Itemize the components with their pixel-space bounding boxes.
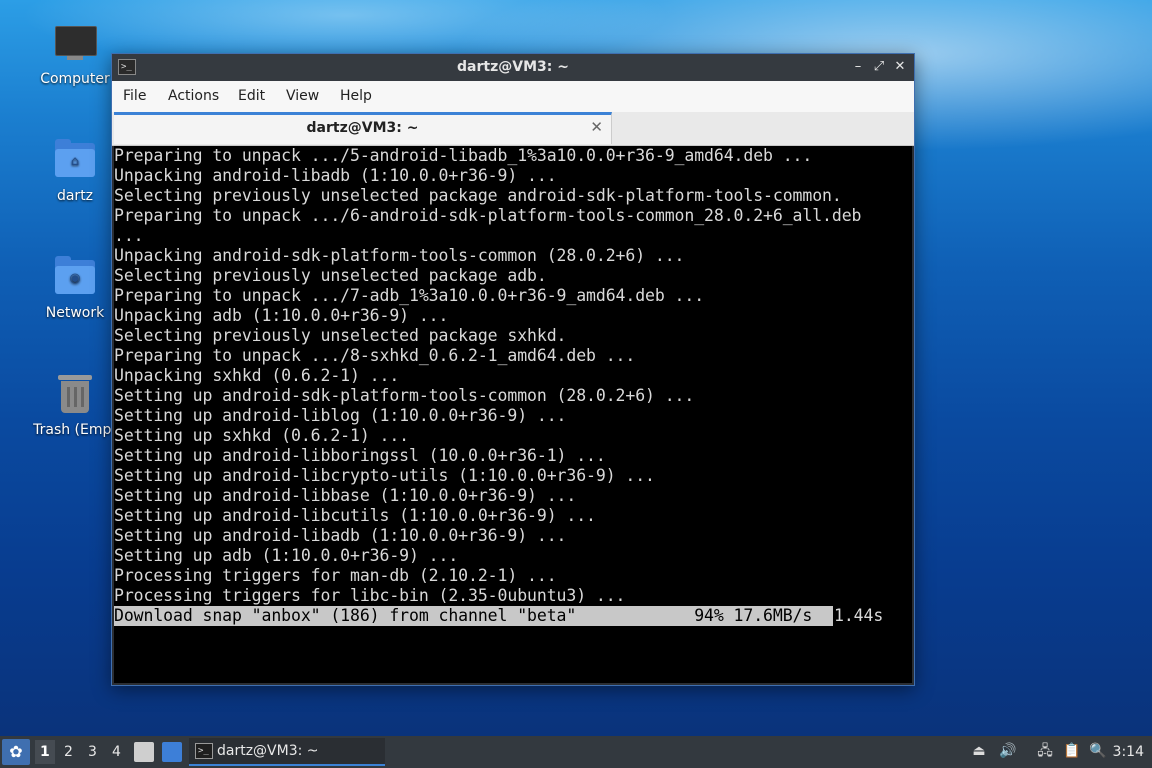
terminal-line: Processing triggers for libc-bin (2.35-0… bbox=[114, 586, 626, 605]
eject-icon[interactable]: ⏏ bbox=[970, 742, 988, 760]
desktop-icon-label: dartz bbox=[56, 188, 94, 204]
desktop-icon-network[interactable]: ◉ Network bbox=[25, 256, 125, 321]
progress-text: Download snap "anbox" (186) from channel… bbox=[114, 606, 813, 625]
terminal-line: Preparing to unpack .../6-android-sdk-pl… bbox=[114, 206, 862, 225]
menu-edit[interactable]: Edit bbox=[238, 88, 265, 104]
terminal-line: Preparing to unpack .../5-android-libadb… bbox=[114, 146, 813, 165]
terminal-line: Setting up android-libboringssl (10.0.0+… bbox=[114, 446, 606, 465]
file-manager-icon[interactable] bbox=[134, 742, 154, 762]
task-label: dartz@VM3: ~ bbox=[217, 743, 319, 759]
desktop-icon-label: Computer bbox=[40, 71, 110, 87]
terminal-output[interactable]: Preparing to unpack .../5-android-libadb… bbox=[114, 146, 912, 683]
network-icon[interactable]: 🖧 bbox=[1036, 742, 1054, 760]
minimize-button[interactable]: – bbox=[850, 59, 866, 75]
computer-icon bbox=[53, 22, 97, 66]
terminal-line: Preparing to unpack .../8-sxhkd_0.6.2-1_… bbox=[114, 346, 636, 365]
trash-icon bbox=[53, 373, 97, 417]
workspace-3[interactable]: 3 bbox=[88, 744, 97, 760]
terminal-line: Unpacking android-libadb (1:10.0.0+r36-9… bbox=[114, 166, 557, 185]
menu-help[interactable]: Help bbox=[340, 88, 372, 104]
volume-icon[interactable]: 🔊 bbox=[999, 742, 1017, 760]
terminal-line: Unpacking sxhkd (0.6.2-1) ... bbox=[114, 366, 400, 385]
terminal-line: Setting up android-sdk-platform-tools-co… bbox=[114, 386, 695, 405]
terminal-line: Unpacking adb (1:10.0.0+r36-9) ... bbox=[114, 306, 449, 325]
show-desktop-icon[interactable] bbox=[162, 742, 182, 762]
terminal-line: Setting up android-libbase (1:10.0.0+r36… bbox=[114, 486, 577, 505]
terminal-line: Setting up adb (1:10.0.0+r36-9) ... bbox=[114, 546, 459, 565]
menu-file[interactable]: File bbox=[123, 88, 146, 104]
menu-view[interactable]: View bbox=[286, 88, 319, 104]
tab-close-icon[interactable]: ✕ bbox=[590, 118, 603, 136]
desktop-icon-label: Trash (Empt bbox=[33, 422, 117, 438]
tab-bar: dartz@VM3: ~ ✕ bbox=[112, 112, 914, 146]
menubar: File Actions Edit View Help bbox=[112, 81, 914, 112]
terminal-window: >_ dartz@VM3: ~ – ⤢ ✕ File Actions Edit … bbox=[111, 53, 915, 686]
workspace-1[interactable]: 1 bbox=[35, 740, 55, 764]
terminal-line: Selecting previously unselected package … bbox=[114, 266, 547, 285]
workspace-4[interactable]: 4 bbox=[112, 744, 121, 760]
clipboard-icon[interactable]: 📋 bbox=[1063, 742, 1081, 760]
terminal-line: Processing triggers for man-db (2.10.2-1… bbox=[114, 566, 557, 585]
menu-actions[interactable]: Actions bbox=[168, 88, 219, 104]
whisker-menu-icon[interactable]: ✿ bbox=[2, 739, 30, 765]
network-folder-icon: ◉ bbox=[53, 256, 97, 300]
notifications-icon[interactable]: 🔍 bbox=[1089, 742, 1107, 760]
terminal-line: Preparing to unpack .../7-adb_1%3a10.0.0… bbox=[114, 286, 705, 305]
terminal-line: Setting up android-liblog (1:10.0.0+r36-… bbox=[114, 406, 567, 425]
terminal-line: Setting up android-libcrypto-utils (1:10… bbox=[114, 466, 655, 485]
close-button[interactable]: ✕ bbox=[892, 59, 908, 75]
window-titlebar[interactable]: >_ dartz@VM3: ~ – ⤢ ✕ bbox=[112, 54, 914, 81]
terminal-line: Setting up android-libcutils (1:10.0.0+r… bbox=[114, 506, 596, 525]
clock[interactable]: 3:14 bbox=[1113, 744, 1144, 760]
terminal-line: Selecting previously unselected package … bbox=[114, 326, 567, 345]
desktop-icon-computer[interactable]: Computer bbox=[25, 22, 125, 87]
terminal-line: Setting up android-libadb (1:10.0.0+r36-… bbox=[114, 526, 567, 545]
tab-terminal[interactable]: dartz@VM3: ~ ✕ bbox=[114, 112, 612, 144]
terminal-line: ... bbox=[114, 226, 144, 245]
terminal-line: Setting up sxhkd (0.6.2-1) ... bbox=[114, 426, 410, 445]
progress-remaining: 1.44s bbox=[834, 606, 884, 625]
tab-title: dartz@VM3: ~ bbox=[306, 120, 419, 136]
terminal-line: Unpacking android-sdk-platform-tools-com… bbox=[114, 246, 685, 265]
window-title: dartz@VM3: ~ bbox=[457, 59, 569, 75]
workspace-2[interactable]: 2 bbox=[64, 744, 73, 760]
desktop-icon-trash[interactable]: Trash (Empt bbox=[25, 373, 125, 438]
desktop-icon-home[interactable]: ⌂ dartz bbox=[25, 139, 125, 204]
desktop-icon-label: Network bbox=[45, 305, 105, 321]
maximize-button[interactable]: ⤢ bbox=[871, 59, 887, 75]
home-folder-icon: ⌂ bbox=[53, 139, 97, 183]
terminal-line: Selecting previously unselected package … bbox=[114, 186, 842, 205]
taskbar-task-terminal[interactable]: >_ dartz@VM3: ~ bbox=[189, 738, 385, 766]
terminal-icon: >_ bbox=[195, 743, 213, 759]
taskbar: ✿ 1 2 3 4 >_ dartz@VM3: ~ ⏏ 🔊 🖧 📋 🔍 3:14 bbox=[0, 736, 1152, 768]
